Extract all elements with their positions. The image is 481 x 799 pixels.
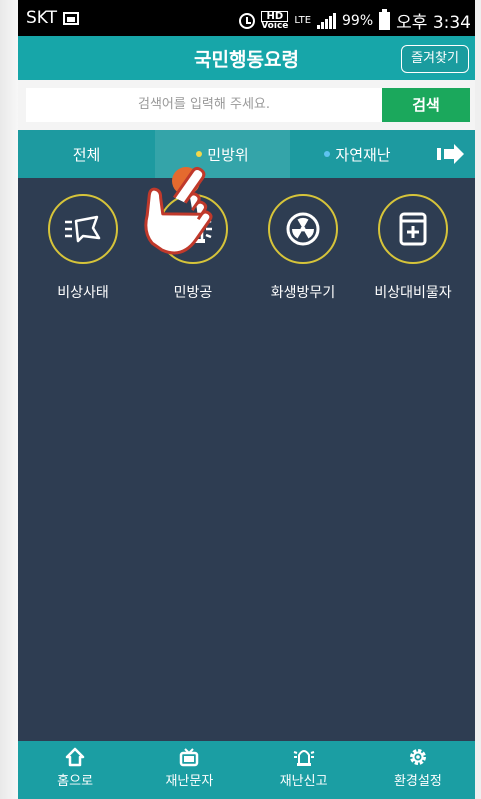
tab-all-label: 전체	[72, 145, 101, 164]
hd-voice-icon: HD Voice	[261, 10, 289, 31]
voice-label: Voice	[261, 20, 289, 31]
phone-screen: SKT HD Voice LTE 99% 오후 3:34 국민행동요령 즐겨찾기 …	[18, 0, 475, 799]
tab-dot-icon	[196, 151, 203, 157]
siren-icon	[158, 194, 228, 264]
arrow-right-icon	[436, 144, 464, 164]
supplies-icon	[378, 194, 448, 264]
item-emergency-supplies[interactable]: 비상대비물자	[358, 194, 468, 302]
item-air-raid[interactable]: 민방공	[138, 194, 248, 302]
nav-home[interactable]: 홈으로	[18, 741, 132, 799]
category-tabs: 전체 민방위 자연재난	[18, 130, 475, 178]
carrier-area: SKT	[26, 8, 80, 28]
alarm-icon	[239, 12, 256, 29]
battery-percent: 99%	[342, 12, 374, 29]
item-label: 민방공	[173, 285, 213, 301]
status-right: HD Voice LTE 99% 오후 3:34	[239, 8, 471, 33]
tv-icon	[180, 748, 199, 767]
nav-disaster-report-label: 재난신고	[279, 774, 328, 789]
tab-civil-defense-label: 민방위	[207, 145, 249, 164]
item-cbr-weapons[interactable]: 화생방무기	[248, 194, 358, 302]
battery-icon	[379, 8, 391, 30]
lte-icon: LTE	[294, 14, 312, 26]
nav-home-label: 홈으로	[57, 774, 94, 789]
tab-all[interactable]: 전체	[18, 130, 155, 178]
app-header: 국민행동요령 즐겨찾기	[18, 36, 475, 80]
item-emergency[interactable]: 비상사태	[28, 194, 138, 302]
tab-scroll-right[interactable]	[425, 130, 475, 178]
item-label: 비상사태	[57, 285, 109, 301]
tab-natural-disaster[interactable]: 자연재난	[290, 130, 425, 178]
bottom-nav: 홈으로 재난문자 재난신고 환경설정	[18, 741, 475, 799]
search-button[interactable]: 검색	[382, 88, 470, 122]
search-input[interactable]: 검색어를 입력해 주세요.	[26, 88, 382, 122]
image-notification-icon	[63, 11, 80, 25]
nav-disaster-report[interactable]: 재난신고	[247, 741, 361, 799]
gear-icon	[409, 749, 426, 765]
left-frame	[0, 0, 18, 799]
signal-icon	[317, 12, 337, 29]
nav-disaster-message[interactable]: 재난문자	[132, 741, 246, 799]
search-bar: 검색어를 입력해 주세요. 검색	[18, 80, 475, 130]
nav-settings-label: 환경설정	[393, 774, 442, 789]
status-bar: SKT HD Voice LTE 99% 오후 3:34	[18, 0, 475, 36]
siren-icon	[293, 750, 314, 766]
item-label: 화생방무기	[270, 285, 336, 301]
tab-natural-disaster-label: 자연재난	[335, 145, 391, 164]
clock: 오후 3:34	[396, 13, 471, 33]
tab-dot-icon	[324, 151, 331, 157]
radiation-icon	[268, 194, 338, 264]
nav-settings[interactable]: 환경설정	[361, 741, 475, 799]
megaphone-icon	[48, 194, 118, 264]
carrier-name: SKT	[26, 8, 58, 28]
favorites-button[interactable]: 즐겨찾기	[401, 45, 469, 73]
tab-civil-defense[interactable]: 민방위	[155, 130, 290, 178]
nav-disaster-message-label: 재난문자	[165, 774, 214, 789]
item-label: 비상대비물자	[374, 285, 452, 301]
home-icon	[65, 747, 85, 767]
